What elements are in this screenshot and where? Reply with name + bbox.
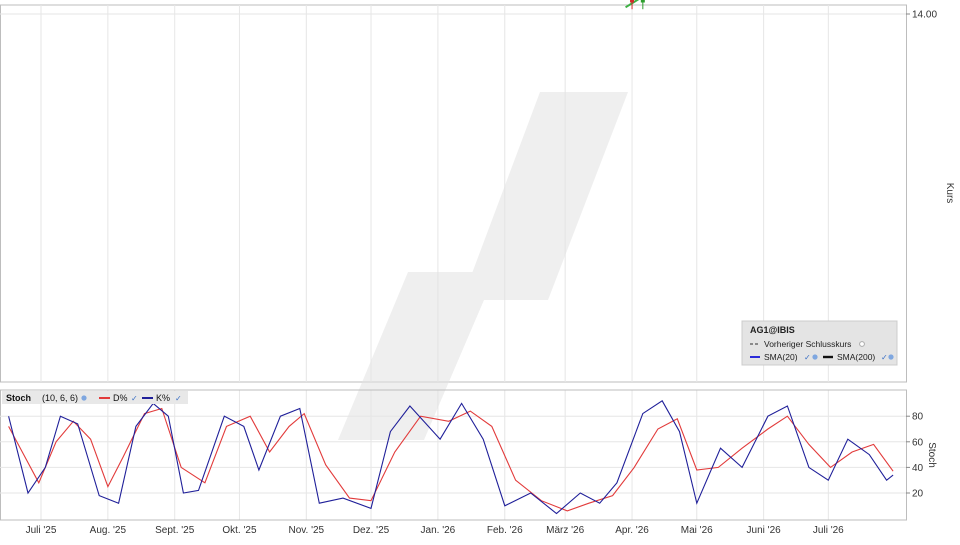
stoch-legend: Stoch (10, 6, 6) D% ✓ K% ✓	[2, 391, 188, 404]
legend-item: Vorheriger Schlusskurs	[764, 339, 851, 349]
settings-icon[interactable]	[81, 395, 87, 401]
stoch-k-line	[8, 400, 894, 515]
checkmark-icon[interactable]: ✓	[131, 394, 138, 403]
x-tick-label: Jan. '26	[421, 525, 456, 536]
checkmark-icon[interactable]: ✓	[804, 353, 811, 362]
x-tick-label: Mai '26	[681, 525, 713, 536]
x-tick-label: Juli '26	[813, 525, 844, 536]
legend-title: AG1@IBIS	[750, 325, 795, 335]
x-tick-label: Feb. '26	[487, 525, 523, 536]
stoch-tick-label: 80	[912, 412, 924, 423]
stock-chart: 32.0031.0030.0029.0028.0027.0026.0025.00…	[0, 0, 960, 540]
candle-body	[630, 0, 635, 3]
x-tick-label: Dez. '25	[353, 525, 390, 536]
x-tick-label: Aug. '25	[90, 525, 127, 536]
x-tick-label: Okt. '25	[222, 525, 257, 536]
x-tick-label: Nov. '25	[288, 525, 324, 536]
settings-icon[interactable]	[888, 354, 894, 360]
legend-toggle-icon[interactable]	[859, 341, 865, 347]
stoch-tick-label: 60	[912, 437, 924, 448]
chart-canvas: 32.0031.0030.0029.0028.0027.0026.0025.00…	[0, 0, 955, 536]
settings-icon[interactable]	[812, 354, 818, 360]
legend-item: SMA(200)	[837, 352, 875, 362]
x-tick-label: Sept. '25	[155, 525, 195, 536]
stoch-title: Stoch	[6, 393, 31, 403]
legend-item: K%	[156, 393, 170, 403]
x-tick-label: Juni '26	[747, 525, 782, 536]
x-tick-label: Juli '25	[26, 525, 57, 536]
price-tick-label: 14.00	[912, 10, 937, 21]
stoch-d-line	[8, 407, 894, 512]
stoch-params: (10, 6, 6)	[42, 393, 78, 403]
legend-item: D%	[113, 393, 128, 403]
price-axis-label: Kurs	[944, 183, 955, 204]
legend-item: SMA(20)	[764, 352, 798, 362]
x-tick-label: März '26	[546, 525, 584, 536]
checkmark-icon[interactable]: ✓	[175, 394, 182, 403]
checkmark-icon[interactable]: ✓	[881, 353, 888, 362]
price-tick-label: 15.00	[912, 0, 937, 1]
stoch-tick-label: 40	[912, 463, 924, 474]
x-tick-label: Apr. '26	[615, 525, 649, 536]
stoch-panel	[0, 389, 907, 521]
stoch-tick-label: 20	[912, 489, 924, 500]
candle-body	[640, 0, 645, 3]
legend: AG1@IBIS Vorheriger Schlusskurs SMA(20) ✓ SM…	[741, 320, 898, 366]
stoch-axis-label: Stoch	[926, 442, 937, 468]
